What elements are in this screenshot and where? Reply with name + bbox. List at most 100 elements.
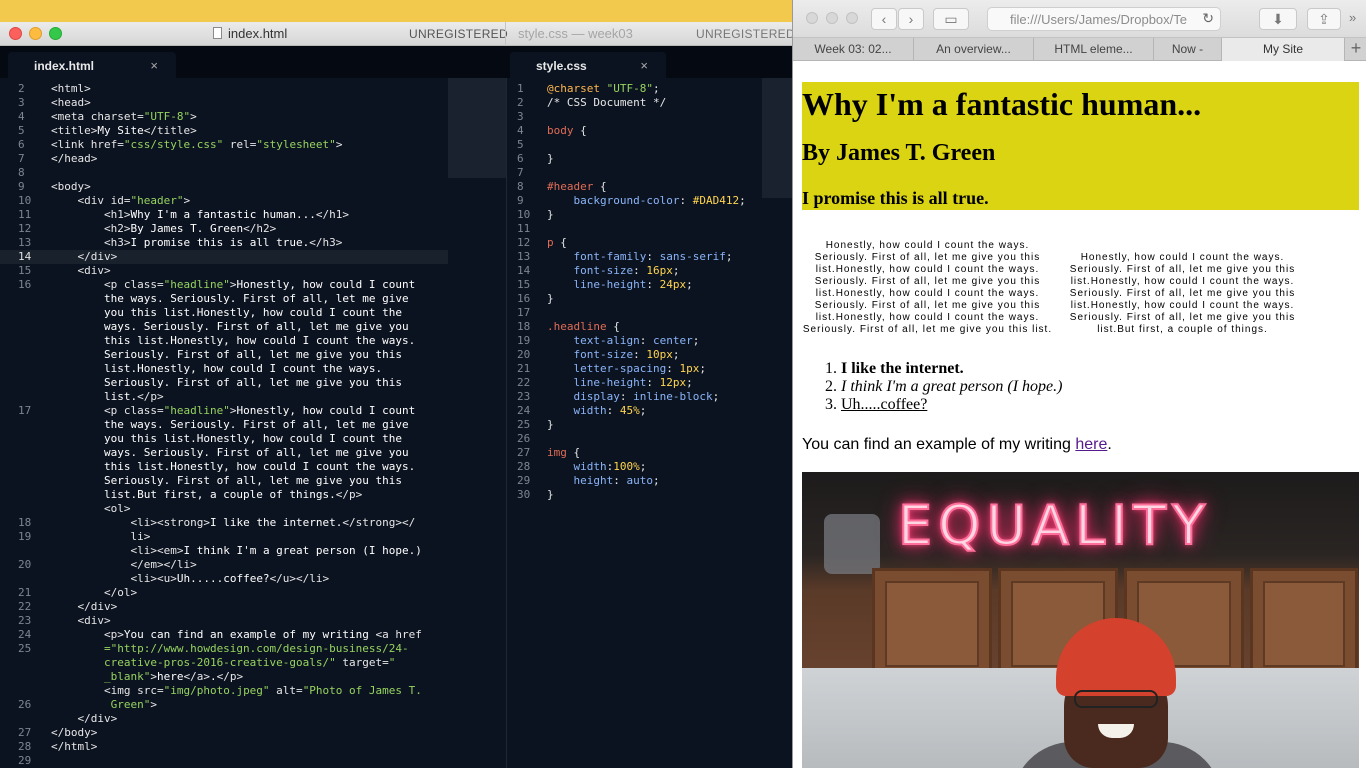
line-number bbox=[0, 418, 40, 432]
list-item-text: Uh.....coffee? bbox=[841, 396, 928, 413]
back-button[interactable]: ‹ bbox=[871, 8, 897, 30]
css-code[interactable]: @charset "UTF-8"; /* CSS Document */ bod… bbox=[547, 82, 746, 502]
new-tab-button[interactable]: + bbox=[1345, 38, 1366, 61]
cabinet bbox=[1250, 568, 1358, 680]
line-number: 5 bbox=[18, 124, 25, 137]
line-number bbox=[0, 432, 40, 446]
line-number: 19 bbox=[18, 530, 32, 543]
sublime-editor-window: index.html UNREGISTERED style.css — week… bbox=[0, 22, 792, 768]
html-code[interactable]: <html> <head> <meta charset="UTF-8"> <ti… bbox=[51, 82, 422, 768]
line-number: 28 bbox=[517, 460, 531, 473]
line-number: 25 bbox=[18, 642, 32, 655]
line-number: 19 bbox=[517, 334, 531, 347]
line-number: 14 bbox=[18, 250, 32, 263]
line-number: 16 bbox=[18, 278, 32, 291]
close-tab-icon[interactable]: × bbox=[150, 58, 158, 73]
page-heading-h2: By James T. Green bbox=[802, 140, 996, 166]
browser-tab-now[interactable]: Now - bbox=[1154, 38, 1222, 61]
tab-label: index.html bbox=[34, 59, 95, 73]
line-number: 11 bbox=[18, 208, 32, 221]
tab-style-css[interactable]: style.css × bbox=[510, 52, 666, 78]
zoom-window-button[interactable] bbox=[846, 12, 858, 24]
headline-paragraph-2: Honestly, how could I count the ways. Se… bbox=[1069, 252, 1296, 335]
line-number bbox=[0, 306, 40, 320]
address-bar[interactable]: file:///Users/James/Dropbox/Te ↻ bbox=[987, 7, 1221, 31]
browser-tab-overview[interactable]: An overview... bbox=[914, 38, 1034, 61]
browser-toolbar: ‹ › ▭ file:///Users/James/Dropbox/Te ↻ ⬇… bbox=[793, 0, 1366, 38]
close-window-button[interactable] bbox=[806, 12, 818, 24]
line-number: 16 bbox=[517, 292, 531, 305]
page-heading-h3: I promise this is all true. bbox=[802, 188, 989, 208]
zoom-window-button[interactable] bbox=[49, 27, 62, 40]
writing-link[interactable]: here bbox=[1075, 436, 1107, 453]
line-number: 22 bbox=[18, 600, 32, 613]
browser-tab-html-elements[interactable]: HTML eleme... bbox=[1034, 38, 1154, 61]
line-number: 8 bbox=[517, 180, 524, 193]
line-number: 4 bbox=[517, 124, 524, 137]
line-number bbox=[0, 712, 40, 726]
share-icon: ⇪ bbox=[1318, 11, 1330, 27]
duct-pipe bbox=[824, 514, 880, 574]
minimize-window-button[interactable] bbox=[826, 12, 838, 24]
web-page-viewport[interactable]: Why I'm a fantastic human... By James T.… bbox=[793, 62, 1366, 768]
chevron-right-icon: › bbox=[908, 11, 914, 27]
tab-index-html[interactable]: index.html × bbox=[8, 52, 176, 78]
line-number-gutter: 1 2 3 4 5 6 7 8 9 10 11 12 13 14 15 16 17 18 19 20 21 22 23 24 2… bbox=[507, 82, 547, 502]
editor-tab-bar: index.html × style.css × bbox=[0, 46, 792, 78]
window-title-html: index.html bbox=[213, 26, 287, 41]
line-number: 17 bbox=[517, 306, 531, 319]
line-number bbox=[0, 320, 40, 334]
line-number bbox=[0, 362, 40, 376]
line-number: 22 bbox=[517, 376, 531, 389]
line-number: 26 bbox=[517, 432, 531, 445]
window-title-html-text: index.html bbox=[228, 26, 288, 41]
writing-period: . bbox=[1107, 436, 1112, 453]
line-number: 18 bbox=[18, 516, 32, 529]
minimap[interactable] bbox=[762, 78, 792, 198]
browser-tab-week03[interactable]: Week 03: 02... bbox=[793, 38, 914, 61]
minimap[interactable] bbox=[448, 78, 506, 178]
line-number: 4 bbox=[18, 110, 25, 123]
line-number: 27 bbox=[18, 726, 32, 739]
line-number: 9 bbox=[517, 194, 524, 207]
line-number: 29 bbox=[18, 754, 32, 767]
line-number: 2 bbox=[517, 96, 524, 109]
tab-label: style.css bbox=[536, 59, 587, 73]
forward-button[interactable]: › bbox=[898, 8, 924, 30]
more-chevron-icon[interactable]: » bbox=[1349, 10, 1356, 25]
photo-of-james: EQUALITY bbox=[802, 472, 1359, 768]
line-number: 20 bbox=[18, 558, 32, 571]
page-heading-h1: Why I'm a fantastic human... bbox=[802, 86, 1202, 122]
line-number bbox=[0, 348, 40, 362]
line-number: 27 bbox=[517, 446, 531, 459]
browser-tab-my-site[interactable]: My Site bbox=[1222, 38, 1345, 61]
line-number bbox=[0, 656, 40, 670]
minimize-window-button[interactable] bbox=[29, 27, 42, 40]
url-text: file:///Users/James/Dropbox/Te bbox=[1010, 12, 1188, 27]
line-number: 12 bbox=[18, 222, 32, 235]
sidebar-button[interactable]: ▭ bbox=[933, 8, 969, 30]
line-number: 11 bbox=[517, 222, 531, 235]
line-number bbox=[0, 488, 40, 502]
glasses bbox=[1074, 690, 1158, 708]
line-number bbox=[0, 474, 40, 488]
line-number: 21 bbox=[18, 586, 32, 599]
safari-browser-window: ‹ › ▭ file:///Users/James/Dropbox/Te ↻ ⬇… bbox=[792, 0, 1366, 768]
html-code-pane[interactable]: 2 3 4 5 6 7 8 9 10 11 12 13 14 15 16 17 18 19 20 21 22 23 24 25… bbox=[0, 78, 506, 768]
downloads-button[interactable]: ⬇ bbox=[1259, 8, 1297, 30]
chevron-left-icon: ‹ bbox=[881, 11, 887, 27]
share-button[interactable]: ⇪ bbox=[1307, 8, 1341, 30]
cabinet bbox=[872, 568, 992, 680]
line-number bbox=[0, 292, 40, 306]
line-number: 14 bbox=[517, 264, 531, 277]
unregistered-label-right: UNREGISTERED bbox=[696, 27, 792, 41]
css-code-pane[interactable]: 1 2 3 4 5 6 7 8 9 10 11 12 13 14 15 16 17 18 19 20 21 22 23 24 2… bbox=[506, 78, 792, 768]
line-number: 18 bbox=[517, 320, 531, 333]
headline-paragraph-1: Honestly, how could I count the ways. Se… bbox=[802, 240, 1053, 335]
reload-icon[interactable]: ↻ bbox=[1202, 10, 1214, 27]
list-item-text: I think I'm a great person (I hope.) bbox=[841, 378, 1063, 395]
line-number: 13 bbox=[18, 236, 32, 249]
line-number: 10 bbox=[517, 208, 531, 221]
close-tab-icon[interactable]: × bbox=[640, 58, 648, 73]
close-window-button[interactable] bbox=[9, 27, 22, 40]
